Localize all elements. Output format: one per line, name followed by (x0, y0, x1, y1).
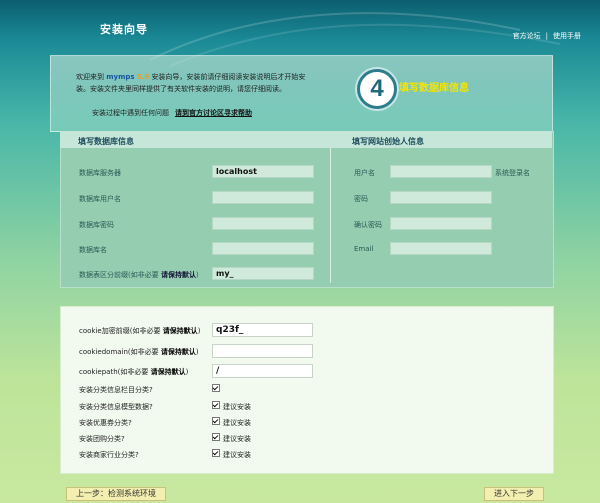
admin-confirm-label: 确认密码 (354, 221, 382, 229)
admin-section-title: 填写网站创始人信息 (352, 137, 424, 146)
db-name-input[interactable] (212, 242, 314, 255)
next-step-button[interactable]: 进入下一步 (484, 487, 544, 501)
db-prefix-label: 数据表区分前缀(如非必要 请保持默认) (79, 270, 199, 280)
db-prefix-input[interactable]: my_ (212, 267, 314, 280)
admin-username-input[interactable] (390, 165, 492, 178)
option-model-note: 建议安装 (223, 403, 251, 411)
database-form-panel (60, 131, 554, 288)
db-prefix-label-close: ) (195, 271, 199, 279)
cookie-domain-label-bold: 请保持默认 (160, 348, 196, 356)
top-links: 官方论坛 | 使用手册 (513, 31, 581, 41)
admin-email-input[interactable] (390, 242, 492, 255)
link-separator: | (545, 32, 548, 40)
option-groupbuy-label: 安装团购分类? (79, 435, 125, 443)
db-prefix-label-bold: 请保持默认 (160, 271, 196, 279)
cookie-domain-label-text: cookiedomain(如非必要 (79, 348, 159, 356)
db-user-input[interactable] (212, 191, 314, 204)
help-text: 安装过程中遇到任何问题 (92, 109, 169, 117)
cookie-prefix-label-text: cookie加密前缀(如非必要 (79, 327, 161, 335)
admin-username-hint: 系统登录名 (495, 169, 530, 177)
db-prefix-label-text: 数据表区分前缀(如非必要 (79, 271, 159, 279)
admin-password-label: 密码 (354, 195, 368, 203)
intro-help: 安装过程中遇到任何问题 请到官方讨论区寻求帮助 (92, 108, 252, 118)
option-model-label: 安装分类信息模型数据? (79, 403, 153, 411)
admin-password-input[interactable] (390, 191, 492, 204)
option-groupbuy-note: 建议安装 (223, 435, 251, 443)
option-industry-label: 安装商家行业分类? (79, 451, 139, 459)
page-title: 安装向导 (100, 23, 148, 36)
db-user-label: 数据库用户名 (79, 195, 121, 203)
section-divider (330, 148, 331, 283)
option-coupon-checkbox[interactable] (212, 417, 220, 425)
intro-prefix: 欢迎来到 (76, 73, 104, 81)
db-section-title: 填写数据库信息 (78, 137, 134, 146)
prev-step-button[interactable]: 上一步：检测系统环境 (66, 487, 166, 501)
help-link[interactable]: 请到官方讨论区寻求帮助 (175, 109, 252, 117)
option-industry-note: 建议安装 (223, 451, 251, 459)
cookie-path-label-bold: 请保持默认 (150, 368, 186, 376)
step-title: 填写数据库信息 (399, 83, 469, 94)
cookie-prefix-input[interactable]: q23f_ (212, 323, 313, 337)
forum-link[interactable]: 官方论坛 (513, 32, 541, 40)
cookie-domain-label-close: ) (195, 348, 199, 356)
brand-name: mymps (106, 73, 135, 81)
cookie-prefix-label-bold: 请保持默认 (162, 327, 198, 335)
version-number: 5.6 (136, 73, 150, 81)
cookie-path-label-text: cookiepath(如非必要 (79, 368, 149, 376)
option-category-checkbox[interactable] (212, 384, 220, 392)
option-category-label: 安装分类信息栏目分类? (79, 386, 153, 394)
step-number: 4 (370, 75, 384, 102)
db-server-label: 数据库服务器 (79, 169, 121, 177)
db-server-input[interactable]: localhost (212, 165, 314, 178)
option-groupbuy-checkbox[interactable] (212, 433, 220, 441)
db-name-label: 数据库名 (79, 246, 107, 254)
cookie-path-label-close: ) (185, 368, 189, 376)
db-password-input[interactable] (212, 217, 314, 230)
admin-username-label: 用户名 (354, 169, 375, 177)
cookie-domain-label: cookiedomain(如非必要 请保持默认) (79, 347, 199, 357)
option-coupon-note: 建议安装 (223, 419, 251, 427)
cookie-domain-input[interactable] (212, 344, 313, 358)
cookie-prefix-label-close: ) (197, 327, 201, 335)
admin-confirm-input[interactable] (390, 217, 492, 230)
option-model-checkbox[interactable] (212, 401, 220, 409)
step-badge: 4 (357, 69, 397, 109)
admin-email-label: Email (354, 245, 374, 253)
manual-link[interactable]: 使用手册 (553, 32, 581, 40)
cookie-prefix-label: cookie加密前缀(如非必要 请保持默认) (79, 326, 200, 336)
cookie-path-label: cookiepath(如非必要 请保持默认) (79, 367, 188, 377)
option-industry-checkbox[interactable] (212, 449, 220, 457)
option-coupon-label: 安装优惠券分类? (79, 419, 132, 427)
cookie-path-input[interactable]: / (212, 364, 313, 378)
intro-text: 欢迎来到 mymps 5.6 安装向导，安装前请仔细阅读安装说明后才开始安装。安… (76, 71, 306, 95)
db-password-label: 数据库密码 (79, 221, 114, 229)
